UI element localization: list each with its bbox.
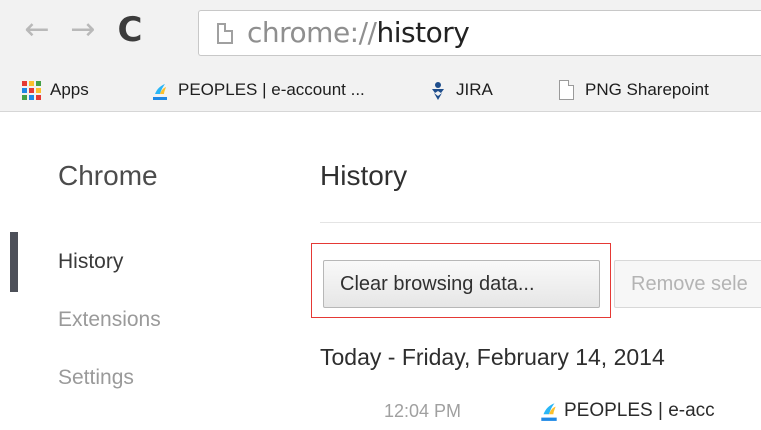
url-path: history [376,16,470,49]
entry-title: PEOPLES | e-acc [564,400,715,421]
bookmarks-bar: Apps PEOPLES | e-account ... JIRA PNG Sh… [0,70,761,112]
peoples-logo-icon [541,403,557,421]
reload-icon: C [117,10,143,50]
bookmark-label: PNG Sharepoint [585,80,709,99]
peoples-logo-icon [153,84,167,100]
browser-toolbar: ← → C chrome://history [0,0,761,70]
arrow-right-icon: → [70,12,96,47]
reload-button[interactable]: C [110,10,150,50]
page-icon [217,23,233,44]
apps-grid-cell [29,95,34,100]
apps-grid-cell [29,81,34,86]
bookmark-png-sharepoint[interactable]: PNG Sharepoint [557,70,757,110]
apps-grid-cell [22,95,27,100]
apps-grid-cell [36,95,41,100]
divider [320,222,761,223]
apps-grid-cell [22,88,27,93]
address-url[interactable]: chrome://history [247,15,470,51]
jira-logo-icon [432,82,444,100]
day-header: Today - Friday, February 14, 2014 [320,344,665,370]
entry-time: 12:04 PM [384,401,462,421]
clear-browsing-data-button[interactable]: Clear browsing data... [323,260,600,308]
apps-grid-cell [22,81,27,86]
apps-grid-cell [36,88,41,93]
sidebar-title: Chrome [58,160,158,191]
page-title: History [320,160,408,191]
apps-grid-cell [29,88,34,93]
remove-selected-button[interactable]: Remove sele [614,260,761,308]
bookmark-jira[interactable]: JIRA [428,70,528,110]
url-scheme: chrome:// [247,16,377,49]
sidebar-item-history[interactable]: History [58,250,123,274]
apps-grid-cell [36,81,41,86]
bookmark-label: Apps [50,80,89,99]
sidebar-selected-indicator [10,232,18,292]
bookmark-apps[interactable]: Apps [22,70,122,110]
forward-button[interactable]: → [66,10,100,50]
sidebar-item-settings[interactable]: Settings [58,366,134,390]
arrow-left-icon: ← [24,12,50,47]
chrome-window: ← → C chrome://history Apps PEOPLES | e-… [0,0,761,430]
back-button[interactable]: ← [20,10,54,50]
bookmark-label: JIRA [456,80,493,99]
sidebar-item-extensions[interactable]: Extensions [58,308,161,332]
history-entry-link[interactable]: PEOPLES | e-acc [538,396,761,426]
bookmark-peoples[interactable]: PEOPLES | e-account ... [150,70,405,110]
apps-grid-icon [22,81,42,101]
page-icon [559,80,574,100]
address-bar[interactable]: chrome://history [198,10,761,56]
bookmark-label: PEOPLES | e-account ... [178,80,365,99]
